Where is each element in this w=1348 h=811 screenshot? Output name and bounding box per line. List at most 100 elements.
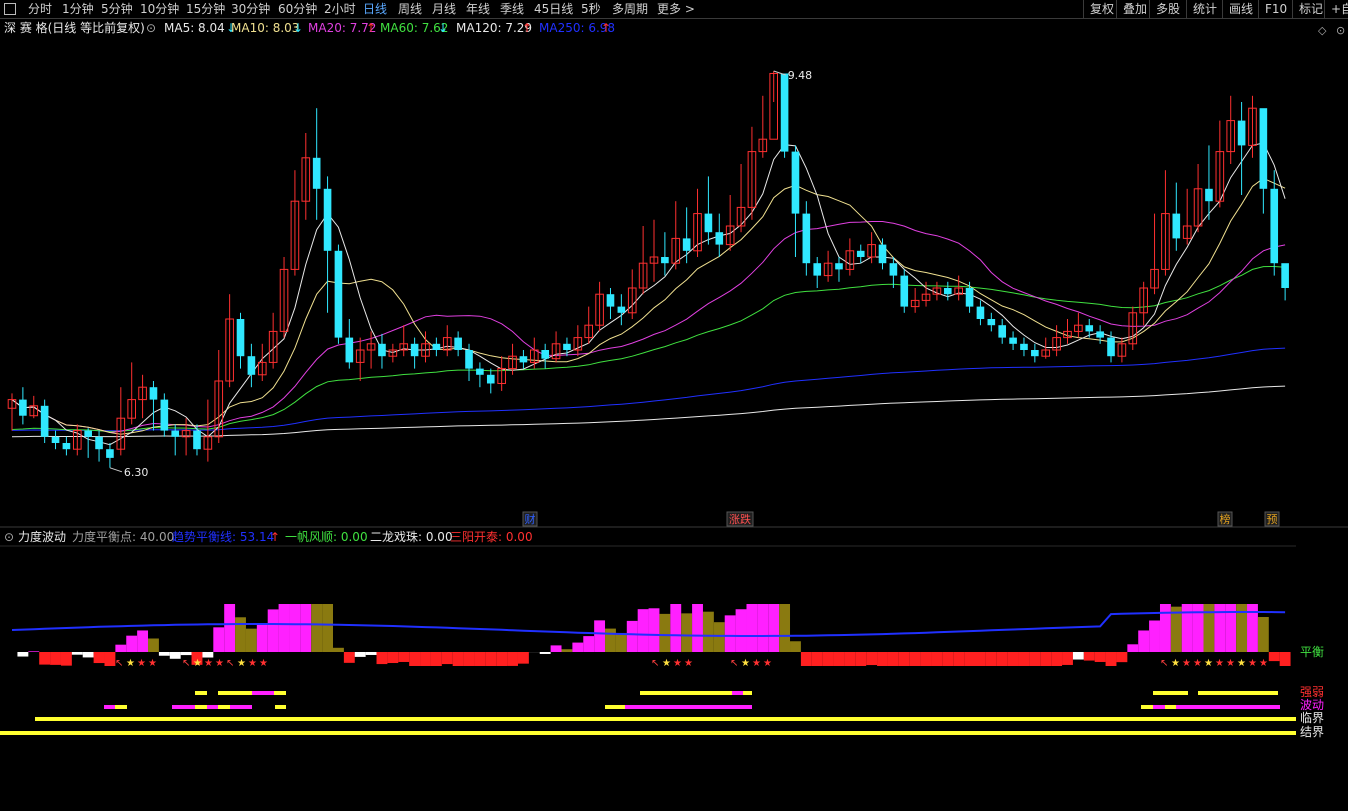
candle-body bbox=[682, 238, 691, 251]
ma10-line bbox=[11, 177, 1286, 435]
candle-body bbox=[323, 188, 332, 251]
hist-bar bbox=[735, 609, 747, 652]
candle-body bbox=[312, 157, 321, 189]
candle-body bbox=[432, 343, 441, 350]
signal-star-5: ★ bbox=[1226, 658, 1235, 669]
candle-body bbox=[1009, 337, 1017, 344]
candle-body bbox=[19, 399, 27, 416]
hist-bar bbox=[365, 652, 377, 655]
hist-bar bbox=[713, 622, 725, 652]
candle-body bbox=[410, 343, 419, 357]
hist-bar bbox=[333, 647, 344, 652]
hist-bar bbox=[517, 652, 529, 664]
signal-star-3: ↖ bbox=[651, 658, 659, 669]
signal-star-1: ★ bbox=[215, 658, 224, 669]
hist-bar bbox=[692, 604, 703, 652]
signal-star-1: ★ bbox=[204, 658, 213, 669]
hist-bar bbox=[887, 652, 899, 666]
wave-bar-y bbox=[218, 705, 230, 709]
candle-body bbox=[465, 350, 473, 369]
hist-bar bbox=[93, 652, 105, 664]
hist-bar bbox=[430, 652, 442, 666]
hist-bar bbox=[1192, 604, 1204, 652]
signal-star-5: ★ bbox=[1193, 658, 1202, 669]
hist-bar bbox=[1029, 652, 1041, 666]
hist-bar bbox=[822, 652, 834, 666]
hist-bar bbox=[278, 604, 290, 652]
hist-bar bbox=[1072, 652, 1084, 660]
hist-bar bbox=[724, 615, 736, 652]
hist-bar bbox=[235, 617, 246, 652]
hist-bar bbox=[126, 635, 138, 652]
hist-bar bbox=[1116, 652, 1128, 663]
hist-bar bbox=[267, 609, 279, 652]
signal-star-1: ★ bbox=[193, 658, 202, 669]
hist-bar bbox=[637, 609, 649, 652]
hist-bar bbox=[877, 652, 888, 666]
hist-bar bbox=[539, 652, 551, 654]
hist-bar bbox=[82, 652, 94, 658]
hist-bar bbox=[39, 652, 51, 665]
hist-bar bbox=[441, 652, 453, 665]
event-marker-3: 预 bbox=[1267, 513, 1278, 526]
wave-bar-y bbox=[1141, 705, 1153, 709]
hist-bar bbox=[953, 652, 965, 666]
config-icon: ⊙ bbox=[1336, 24, 1345, 37]
hist-bar bbox=[964, 652, 975, 666]
candle-body bbox=[160, 399, 169, 431]
hist-bar bbox=[898, 652, 910, 666]
candle-body bbox=[856, 250, 865, 257]
hist-bar bbox=[626, 620, 638, 652]
hist-bar bbox=[779, 604, 791, 652]
hist-bar bbox=[605, 628, 616, 652]
candle-body bbox=[889, 263, 898, 276]
hist-bar bbox=[1159, 604, 1171, 652]
candle-body bbox=[900, 275, 909, 307]
strength-bar-m bbox=[252, 691, 274, 695]
hist-bar bbox=[1138, 630, 1150, 652]
wave-bar bbox=[230, 705, 252, 709]
candle-body bbox=[1085, 325, 1094, 332]
hist-bar bbox=[1279, 652, 1291, 666]
signal-star-5: ★ bbox=[1204, 658, 1213, 669]
hist-bar bbox=[855, 652, 867, 666]
signal-star-2: ★ bbox=[248, 658, 257, 669]
hist-bar bbox=[1149, 620, 1160, 652]
candle-body bbox=[878, 244, 887, 264]
candle-body bbox=[519, 356, 528, 363]
wave-bar bbox=[1153, 705, 1165, 709]
ma250-line bbox=[11, 347, 1286, 432]
signal-star-1: ↖ bbox=[182, 658, 190, 669]
hist-bar bbox=[1040, 652, 1052, 666]
hist-bar bbox=[648, 608, 660, 652]
hist-bar bbox=[28, 651, 40, 652]
wave-bar bbox=[1176, 705, 1280, 709]
hist-bar bbox=[202, 652, 214, 658]
candle-body bbox=[1172, 213, 1181, 239]
strength-bar-m bbox=[732, 691, 743, 695]
label-boundary: 结界 bbox=[1300, 725, 1324, 739]
signal-star-5: ★ bbox=[1182, 658, 1191, 669]
hist-bar bbox=[561, 649, 573, 652]
signal-star-0: ★ bbox=[137, 658, 146, 669]
candle-body bbox=[345, 337, 354, 363]
candle-body bbox=[1259, 108, 1268, 189]
signal-star-3: ★ bbox=[684, 658, 693, 669]
candle-body bbox=[813, 263, 822, 276]
candle-body bbox=[40, 405, 49, 437]
strength-bar bbox=[274, 691, 286, 695]
hist-bar bbox=[659, 613, 671, 652]
hist-bar bbox=[158, 652, 170, 656]
hist-bar bbox=[1105, 652, 1117, 666]
ma60-line bbox=[11, 265, 1286, 433]
candle-body bbox=[378, 343, 386, 357]
candle-body bbox=[1020, 343, 1028, 350]
strength-bar bbox=[1198, 691, 1278, 695]
hist-bar bbox=[985, 652, 997, 666]
candle-body bbox=[1270, 188, 1279, 264]
stock-chart[interactable]: ◇ ⊙9.486.30财 涨跌榜预↖ ★ ★ ★ ↖ ★ ★ ★ ↖ ★ ★ ★ ↖ ★ ★ ★ ↖ ★ ★ ★ ↖ ★ ★ ★ ★… bbox=[0, 0, 1348, 811]
strength-bar bbox=[1153, 691, 1188, 695]
hist-bar bbox=[387, 652, 399, 664]
hist-bar bbox=[942, 652, 954, 666]
signal-star-0: ★ bbox=[126, 658, 135, 669]
